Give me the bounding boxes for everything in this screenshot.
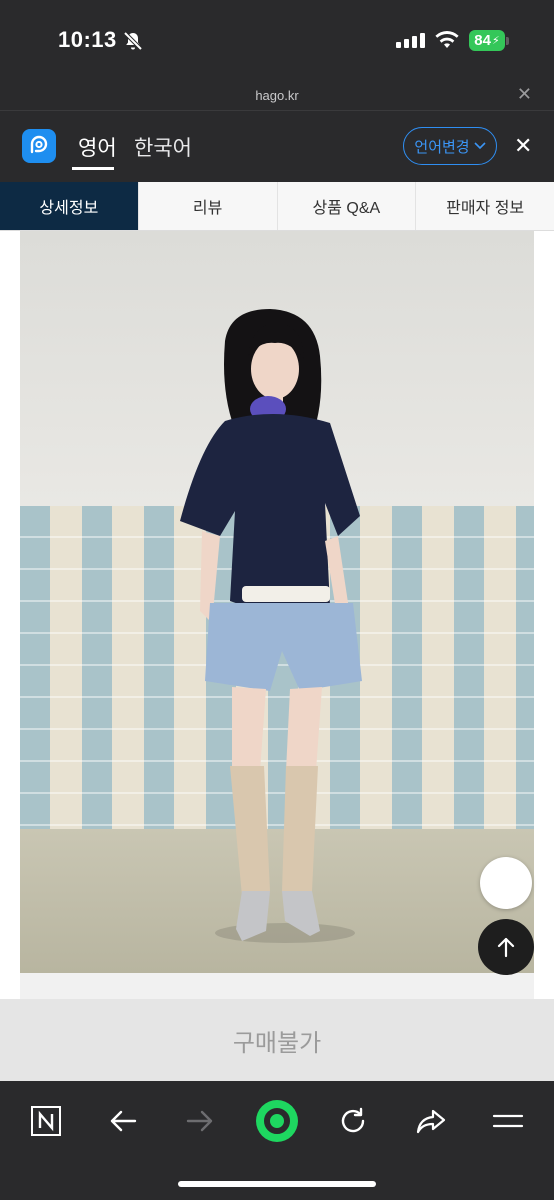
- tab-details[interactable]: 상세정보: [0, 182, 138, 230]
- menu-icon[interactable]: [486, 1099, 530, 1143]
- translation-close-icon[interactable]: ✕: [514, 133, 532, 159]
- cellular-signal-icon: [396, 33, 425, 48]
- change-language-button[interactable]: 언어변경: [403, 127, 497, 165]
- product-photo: [20, 231, 534, 973]
- papago-logo-icon: [22, 129, 56, 163]
- tab-qna[interactable]: 상품 Q&A: [276, 182, 416, 230]
- change-language-label: 언어변경: [414, 138, 470, 156]
- scroll-top-button[interactable]: [478, 919, 534, 975]
- naver-n-icon[interactable]: [24, 1099, 68, 1143]
- tab-seller-info[interactable]: 판매자 정보: [415, 182, 554, 230]
- url-close-icon[interactable]: ✕: [517, 84, 532, 105]
- battery-cap: [506, 37, 509, 45]
- url-text[interactable]: hago.kr: [0, 88, 554, 103]
- url-bar[interactable]: hago.kr ✕: [0, 82, 554, 111]
- translation-bar: 영어 한국어 언어변경 ✕: [0, 111, 554, 181]
- battery-indicator: 84 ⚡: [469, 30, 505, 51]
- home-circle-icon[interactable]: [253, 1097, 301, 1145]
- selected-language-underline: [72, 167, 114, 170]
- status-bar: 10:13 84 ⚡: [0, 0, 554, 82]
- charging-bolt-icon: ⚡: [491, 35, 500, 47]
- photo-bottom-gap: [20, 973, 534, 999]
- status-time: 10:13: [58, 27, 117, 52]
- tab-reviews[interactable]: 리뷰: [137, 182, 277, 230]
- chevron-down-icon: [474, 142, 486, 150]
- language-tab-korean[interactable]: 한국어: [134, 132, 192, 162]
- back-arrow-icon[interactable]: [101, 1099, 145, 1143]
- language-tab-english[interactable]: 영어: [78, 132, 117, 162]
- battery-level: 84: [474, 32, 491, 49]
- refresh-icon[interactable]: [331, 1099, 375, 1143]
- bell-off-icon: [123, 31, 143, 51]
- wifi-icon: [435, 31, 459, 48]
- product-tabs: 상세정보 리뷰 상품 Q&A 판매자 정보: [0, 182, 554, 231]
- forward-arrow-icon[interactable]: [178, 1099, 222, 1143]
- arrow-up-icon: [497, 937, 515, 958]
- purchase-bar[interactable]: 구매불가: [0, 999, 554, 1081]
- home-indicator[interactable]: [178, 1181, 376, 1187]
- floating-action-button[interactable]: [480, 857, 532, 909]
- model-figure: [180, 309, 362, 943]
- product-detail-content: [0, 231, 554, 999]
- share-icon[interactable]: [409, 1099, 453, 1143]
- purchase-unavailable-label: 구매불가: [232, 1029, 322, 1057]
